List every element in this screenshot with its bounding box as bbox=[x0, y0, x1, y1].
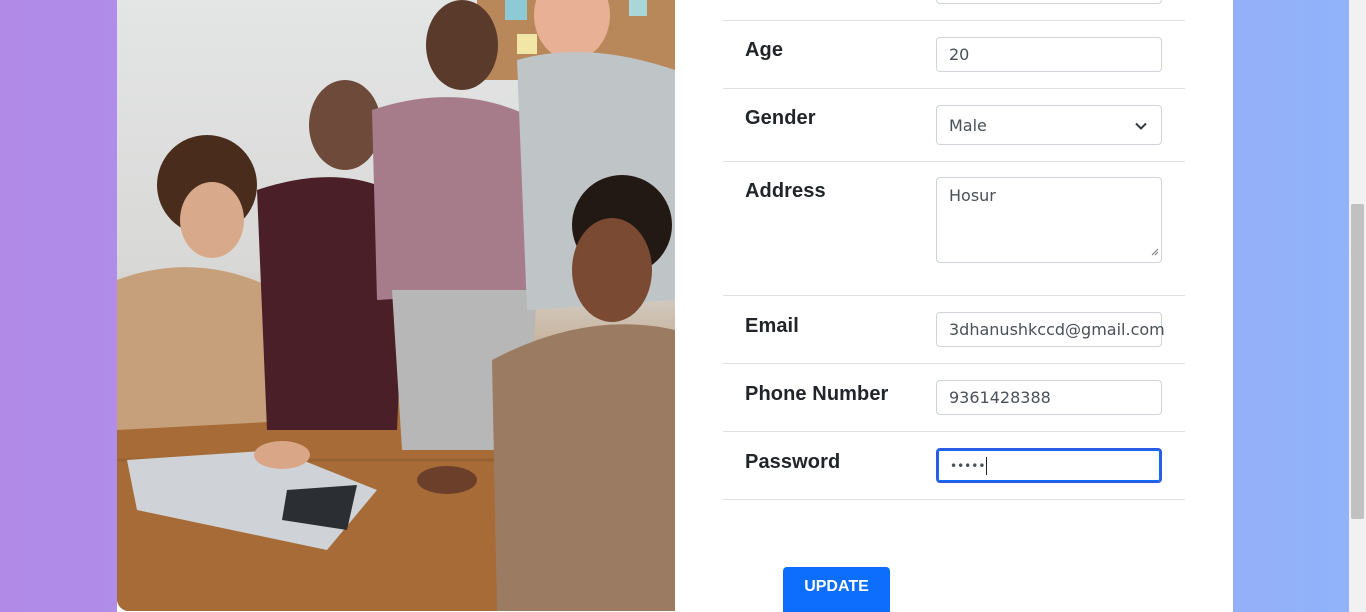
email-value: 3dhanushkccd@gmail.com bbox=[949, 320, 1165, 339]
chevron-down-icon bbox=[1135, 116, 1147, 135]
address-label: Address bbox=[745, 180, 826, 202]
previous-field[interactable] bbox=[936, 0, 1162, 4]
gender-value: Male bbox=[949, 115, 987, 135]
form-row-phone: Phone Number 9361428388 bbox=[723, 364, 1185, 432]
form-row-email: Email 3dhanushkccd@gmail.com bbox=[723, 296, 1185, 364]
password-value: ••••• bbox=[950, 458, 986, 473]
phone-value: 9361428388 bbox=[949, 388, 1051, 407]
age-value: 20 bbox=[949, 45, 970, 64]
address-textarea[interactable]: Hosur bbox=[936, 177, 1162, 263]
form-row-previous bbox=[723, 0, 1185, 21]
email-label: Email bbox=[745, 315, 799, 337]
password-label: Password bbox=[745, 451, 841, 473]
update-button[interactable]: UPDATE bbox=[783, 567, 890, 612]
gender-select[interactable]: Male bbox=[936, 105, 1162, 145]
form-row-gender: Gender Male bbox=[723, 89, 1185, 162]
team-photo bbox=[117, 0, 675, 611]
form-row-password: Password ••••• bbox=[723, 432, 1185, 500]
password-input[interactable]: ••••• bbox=[936, 448, 1162, 483]
form-row-address: Address Hosur bbox=[723, 162, 1185, 296]
gender-label: Gender bbox=[745, 107, 816, 129]
form-card: Age 20 Gender Male Address Hosur Email 3… bbox=[117, 0, 1233, 612]
phone-input[interactable]: 9361428388 bbox=[936, 380, 1162, 415]
age-input[interactable]: 20 bbox=[936, 37, 1162, 72]
phone-label: Phone Number bbox=[745, 383, 889, 405]
page-scrollbar[interactable] bbox=[1349, 0, 1366, 612]
scrollbar-thumb[interactable] bbox=[1351, 204, 1364, 519]
email-input[interactable]: 3dhanushkccd@gmail.com bbox=[936, 312, 1165, 347]
address-value: Hosur bbox=[949, 186, 996, 205]
resize-handle-icon[interactable] bbox=[1150, 241, 1159, 260]
age-label: Age bbox=[745, 39, 784, 61]
form-row-age: Age 20 bbox=[723, 21, 1185, 89]
text-caret bbox=[986, 456, 988, 475]
